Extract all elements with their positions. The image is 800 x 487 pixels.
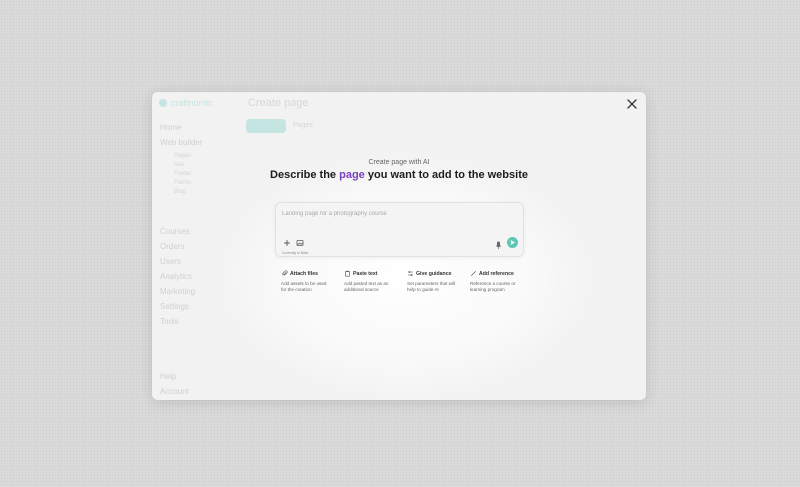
bg-nav-item: Marketing bbox=[160, 287, 196, 296]
add-reference-action[interactable]: Add reference Reference a course or lear… bbox=[470, 270, 530, 300]
create-page-modal: craftnomic Home Web builder Pages Nav Fo… bbox=[152, 92, 646, 400]
prompt-box: Currently in Beta bbox=[275, 202, 524, 257]
plus-icon bbox=[284, 240, 290, 246]
link-icon bbox=[471, 271, 476, 276]
logo-mark-icon bbox=[159, 99, 167, 107]
bg-nav-item: Tools bbox=[160, 317, 179, 326]
media-button[interactable] bbox=[295, 238, 305, 248]
microphone-icon bbox=[495, 241, 502, 249]
sliders-icon bbox=[408, 271, 413, 276]
action-title: Give guidance bbox=[416, 270, 452, 277]
action-header: Paste text bbox=[344, 270, 404, 277]
action-description: Reference a course or learning program bbox=[470, 281, 516, 292]
headline-text-end: you want to add to the website bbox=[364, 169, 528, 181]
send-icon bbox=[510, 240, 515, 245]
action-description: Add assets to be used for the creation bbox=[281, 281, 327, 292]
bg-nav-item: Users bbox=[160, 257, 181, 266]
action-header: Add reference bbox=[470, 270, 530, 277]
model-hint: Currently in Beta bbox=[282, 251, 309, 255]
action-title: Paste text bbox=[353, 270, 378, 277]
bg-nav-item: Analytics bbox=[160, 272, 193, 281]
modal-headline: Describe the page you want to add to the… bbox=[152, 169, 646, 181]
bg-nav-item: Home bbox=[160, 123, 182, 132]
app-logo: craftnomic bbox=[159, 98, 213, 108]
attach-files-action[interactable]: Attach files Add assets to be used for t… bbox=[281, 270, 341, 300]
headline-accent: page bbox=[339, 169, 365, 181]
logo-text: craftnomic bbox=[171, 98, 213, 108]
bg-nav-bottom: Help Account bbox=[160, 369, 189, 399]
action-header: Give guidance bbox=[407, 270, 467, 277]
bg-nav-primary: Home Web builder bbox=[160, 120, 203, 150]
quick-actions: Attach files Add assets to be used for t… bbox=[281, 270, 525, 300]
bg-nav-item: Account bbox=[160, 387, 189, 396]
paperclip-icon bbox=[282, 270, 288, 276]
paste-text-action[interactable]: Paste text Add pasted text as an additio… bbox=[344, 270, 404, 300]
action-description: Add pasted text as an additional source bbox=[344, 281, 389, 292]
bg-subnav-item: Blog bbox=[174, 189, 187, 195]
bg-tab-active bbox=[246, 119, 286, 133]
headline-text-start: Describe the bbox=[270, 169, 340, 181]
close-button[interactable] bbox=[624, 96, 640, 112]
action-header: Attach files bbox=[281, 270, 341, 277]
bg-nav-item: Web builder bbox=[160, 138, 203, 147]
send-button[interactable] bbox=[507, 237, 518, 248]
add-button[interactable] bbox=[282, 238, 292, 248]
bg-tab-label: Pages bbox=[293, 122, 313, 129]
bg-nav-secondary: Courses Orders Users Analytics Marketing… bbox=[160, 224, 195, 329]
give-guidance-action[interactable]: Give guidance Set parameters that will h… bbox=[407, 270, 467, 300]
action-title: Attach files bbox=[290, 270, 318, 277]
prompt-input[interactable] bbox=[282, 208, 516, 220]
bg-nav-item: Help bbox=[160, 372, 177, 381]
clipboard-icon bbox=[345, 270, 350, 277]
modal-eyebrow: Create page with AI bbox=[368, 159, 430, 166]
action-description: Set parameters that will help to guide A… bbox=[407, 281, 455, 292]
bg-nav-item: Orders bbox=[160, 242, 185, 251]
bg-nav-item: Courses bbox=[160, 227, 190, 236]
voice-input-button[interactable] bbox=[494, 238, 503, 249]
action-title: Add reference bbox=[479, 270, 514, 277]
bg-nav-item: Settings bbox=[160, 302, 189, 311]
image-icon bbox=[296, 240, 304, 246]
close-icon bbox=[627, 99, 637, 109]
bg-page-title: Create page bbox=[248, 97, 309, 109]
